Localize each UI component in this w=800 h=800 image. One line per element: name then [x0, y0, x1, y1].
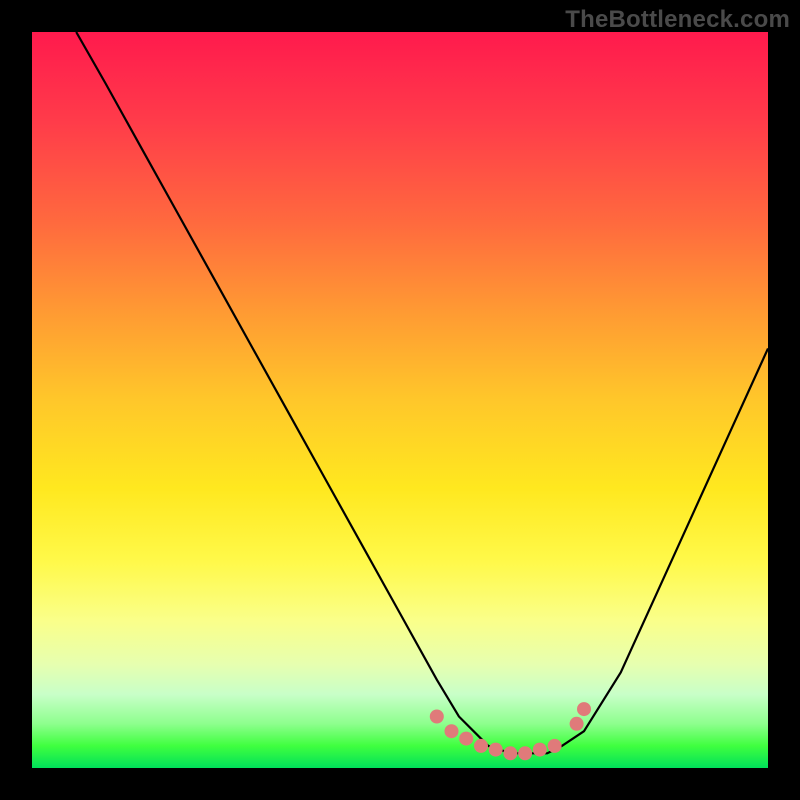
chart-plot-area: [32, 32, 768, 768]
watermark-text: TheBottleneck.com: [565, 6, 790, 34]
curve-layer: [76, 32, 768, 753]
curve-marker: [533, 743, 547, 757]
marker-layer: [430, 702, 591, 760]
curve-marker: [459, 732, 473, 746]
outer-frame: TheBottleneck.com: [0, 0, 800, 800]
curve-marker: [445, 724, 459, 738]
bottleneck-curve: [76, 32, 768, 753]
chart-svg: [32, 32, 768, 768]
curve-marker: [503, 746, 517, 760]
curve-marker: [489, 743, 503, 757]
curve-marker: [577, 702, 591, 716]
curve-marker: [570, 717, 584, 731]
curve-marker: [518, 746, 532, 760]
curve-marker: [548, 739, 562, 753]
curve-marker: [474, 739, 488, 753]
curve-marker: [430, 710, 444, 724]
